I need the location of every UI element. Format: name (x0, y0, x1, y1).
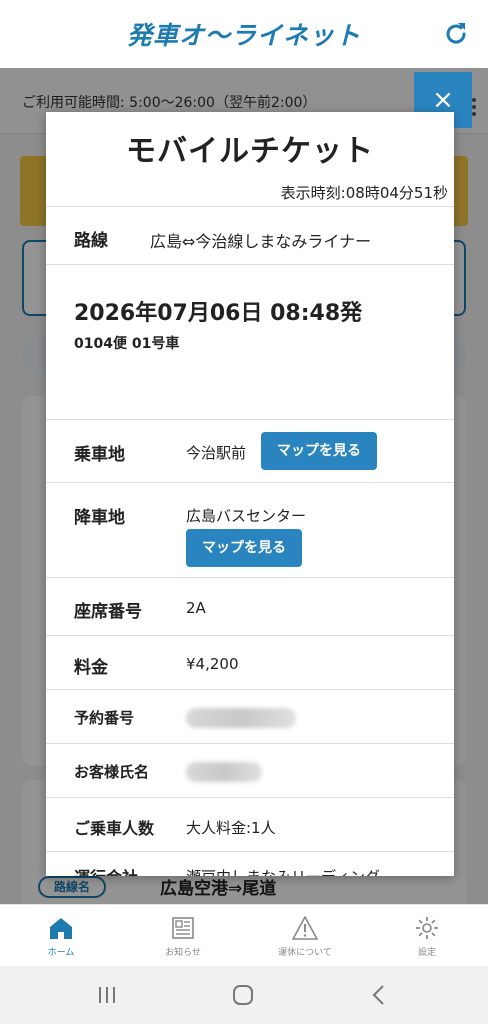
passengers-label: ご乗車人数 (74, 819, 155, 838)
bottom-nav: ホーム お知らせ 運休について 設定 (0, 904, 488, 966)
home-icon (50, 918, 72, 939)
reservation-number-redacted (186, 708, 296, 728)
alighting-value: 広島バスセンター (186, 507, 307, 525)
fare-label: 料金 (74, 658, 108, 678)
news-icon (172, 917, 194, 939)
passengers-row: ご乗車人数 大人料金:1人 (46, 797, 454, 851)
warning-icon (292, 916, 318, 940)
operator-label: 運行会社 (74, 864, 138, 876)
customer-label: お客様氏名 (74, 763, 150, 781)
operator-value: 瀬戸内しまなみリーディング (186, 866, 380, 876)
customer-name-redacted (186, 762, 262, 782)
fare-value: ¥4,200 (186, 655, 239, 673)
system-nav-bar (0, 966, 488, 1024)
recent-apps-icon[interactable] (92, 980, 122, 1010)
customer-row: お客様氏名 (46, 743, 454, 797)
gear-icon (416, 917, 438, 939)
display-time: 表示時刻:08時04分51秒 (280, 184, 448, 202)
boarding-map-button[interactable]: マップを見る (261, 432, 377, 470)
route-label: 路線 (74, 231, 108, 251)
nav-suspension[interactable]: 運休について (244, 905, 366, 967)
seat-row: 座席番号 2A (46, 577, 454, 635)
seat-value: 2A (186, 599, 206, 617)
app-logo: 発車オ〜ライネット (126, 21, 361, 50)
app-header: 発車オ〜ライネット (0, 0, 488, 68)
alighting-row: 降車地 広島バスセンター マップを見る (46, 482, 454, 577)
reservation-row: 予約番号 (46, 689, 454, 743)
nav-home-label: ホーム (47, 948, 75, 958)
operator-row: 運行会社 瀬戸内しまなみリーディング (46, 851, 454, 876)
nav-news-label: お知らせ (165, 948, 201, 958)
departure-datetime: 2026年07月06日 08:48発 (74, 301, 363, 326)
alighting-map-button[interactable]: マップを見る (186, 529, 302, 567)
nav-news[interactable]: お知らせ (122, 905, 244, 967)
ticket-details: 路線 広島⇔今治線しまなみライナー 2026年07月06日 08:48発 010… (46, 206, 454, 876)
route-value: 広島⇔今治線しまなみライナー (150, 232, 372, 251)
nav-suspension-label: 運休について (278, 948, 332, 958)
refresh-icon[interactable] (442, 20, 470, 48)
boarding-row: 乗車地 今治駅前 マップを見る (46, 419, 454, 482)
boarding-value: 今治駅前 (186, 444, 247, 462)
nav-settings[interactable]: 設定 (366, 905, 488, 967)
fare-row: 料金 ¥4,200 (46, 635, 454, 689)
nav-settings-label: 設定 (417, 948, 436, 958)
back-icon[interactable] (364, 980, 394, 1010)
reservation-label: 予約番号 (74, 709, 135, 727)
flight-number: 0104便 01号車 (74, 336, 180, 352)
nav-home[interactable]: ホーム (0, 905, 122, 967)
mobile-ticket-modal: モバイルチケット 表示時刻:08時04分51秒 路線 広島⇔今治線しまなみライナ… (46, 112, 454, 876)
alighting-label: 降車地 (74, 508, 125, 528)
more-menu-icon[interactable] (472, 98, 478, 119)
departure-row: 2026年07月06日 08:48発 0104便 01号車 (46, 264, 454, 419)
boarding-label: 乗車地 (74, 445, 125, 465)
seat-label: 座席番号 (74, 602, 142, 622)
modal-title: モバイルチケット (126, 134, 374, 169)
home-system-icon[interactable] (228, 980, 258, 1010)
route-row: 路線 広島⇔今治線しまなみライナー (46, 206, 454, 264)
passengers-value: 大人料金:1人 (186, 819, 276, 837)
